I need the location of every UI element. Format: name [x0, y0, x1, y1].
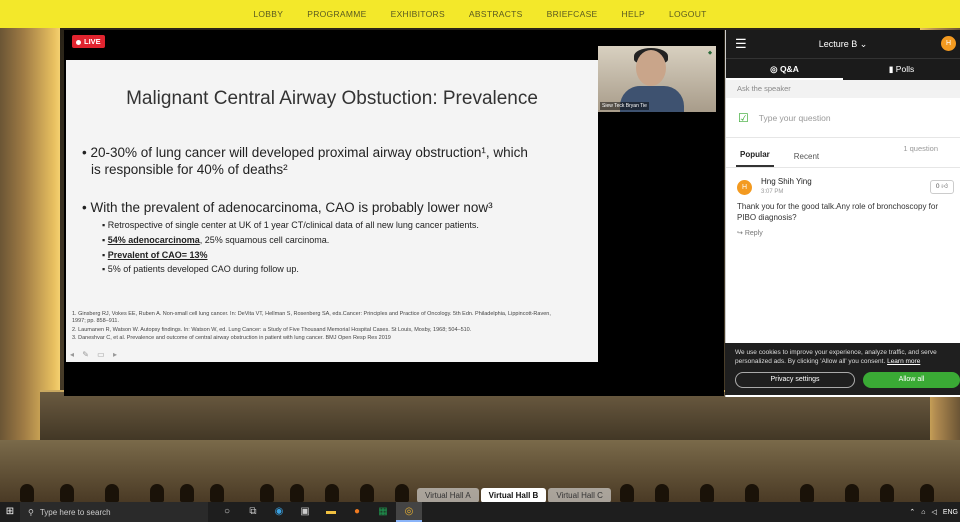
nav-briefcase[interactable]: BRIEFCASE: [535, 0, 610, 28]
cookie-banner: We use cookies to improve your experienc…: [725, 343, 960, 395]
taskbar-apps: ○ ⧉ ◉ ▣ ▬ ● ▦ ◎: [214, 502, 422, 522]
slide-sub-4: ▪ 5% of patients developed CAO during fo…: [102, 264, 299, 274]
polls-icon: ▮: [888, 64, 896, 74]
speaker-name: Siew Teck Bryan Tie: [600, 102, 649, 110]
slide-bullet-1b: is responsible for 40% of deaths²: [91, 162, 288, 177]
nav-help[interactable]: HELP: [610, 0, 657, 28]
like-button[interactable]: 0 👍︎: [930, 180, 954, 194]
question-text: Thank you for the good talk.Any role of …: [737, 202, 939, 222]
speaker-head: [636, 50, 666, 86]
privacy-settings-button[interactable]: Privacy settings: [735, 372, 855, 388]
top-nav: LOBBY PROGRAMME EXHIBITORS ABSTRACTS BRI…: [0, 0, 960, 28]
tab-polls-label: Polls: [895, 64, 915, 74]
filter-recent[interactable]: Recent: [790, 152, 823, 167]
left-wall: [0, 28, 60, 448]
windows-start-icon[interactable]: ⊞: [0, 502, 20, 522]
ask-speaker-label: Ask the speaker: [726, 80, 960, 98]
chrome-icon[interactable]: ◎: [396, 502, 422, 522]
slide-controls[interactable]: ◂ ✎ ▭ ▸: [70, 350, 120, 359]
network-icon[interactable]: ⌂: [921, 509, 925, 516]
panel-header: ☰ Lecture B ⌄ H: [726, 30, 960, 58]
hall-a-button[interactable]: Virtual Hall A: [417, 488, 479, 503]
system-tray: ⌃ ⌂ ◁ ENG: [903, 502, 960, 522]
excel-icon[interactable]: ▦: [370, 502, 396, 522]
hall-b-button[interactable]: Virtual Hall B: [480, 488, 547, 503]
task-view-icon[interactable]: ⧉: [240, 502, 266, 522]
event-logo: ◆: [708, 50, 712, 56]
hall-switcher: Virtual Hall A Virtual Hall B Virtual Ha…: [417, 488, 613, 503]
lecture-selector[interactable]: Lecture B ⌄: [819, 39, 868, 50]
qa-panel: ☰ Lecture B ⌄ H ◎ Q&A ▮ Polls Ask the sp…: [725, 30, 960, 397]
speaker-camera: ◆ Siew Teck Bryan Tie: [598, 46, 716, 112]
panel-tabs: ◎ Q&A ▮ Polls: [726, 58, 960, 80]
user-avatar[interactable]: H: [941, 36, 956, 51]
slide-ref-1b: 1997; pp. 858–911.: [72, 318, 119, 324]
slide-sub-1-text: Retrospective of single center at UK of …: [107, 220, 479, 230]
reply-label: Reply: [744, 230, 763, 237]
hall-c-button[interactable]: Virtual Hall C: [548, 488, 611, 503]
slide-sub-2-bold: 54% adenocarcinoma: [107, 235, 200, 245]
slide-sub-2-rest: , 25% squamous cell carcinoma.: [199, 235, 330, 245]
asker-name: Hng Shih Ying: [761, 177, 812, 186]
reply-button[interactable]: ↪ Reply: [737, 229, 763, 237]
like-count: 0: [935, 183, 940, 190]
slide-sub-3: ▪ Prevalent of CAO= 13%: [102, 250, 208, 260]
allow-all-button[interactable]: Allow all: [863, 372, 960, 388]
presentation-slide: Malignant Central Airway Obstuction: Pre…: [66, 60, 598, 362]
nav-exhibitors[interactable]: EXHIBITORS: [379, 0, 457, 28]
nav-lobby[interactable]: LOBBY: [241, 0, 295, 28]
tab-polls[interactable]: ▮ Polls: [843, 59, 960, 80]
slide-bullet-1a: • 20-30% of lung cancer will developed p…: [82, 145, 528, 160]
taskbar-search[interactable]: ⚲ Type here to search: [20, 502, 208, 522]
file-explorer-icon[interactable]: ▬: [318, 502, 344, 522]
question-time: 3:07 PM: [761, 189, 784, 195]
hamburger-menu-icon[interactable]: ☰: [735, 37, 747, 50]
cookie-text: We use cookies to improve your experienc…: [735, 348, 950, 366]
language-indicator[interactable]: ENG: [943, 509, 958, 516]
cortana-icon[interactable]: ○: [214, 502, 240, 522]
learn-more-link[interactable]: Learn more: [887, 358, 920, 365]
asker-avatar: H: [737, 180, 752, 195]
slide-sub-4-text: 5% of patients developed CAO during foll…: [107, 264, 299, 274]
nav-abstracts[interactable]: ABSTRACTS: [457, 0, 535, 28]
question-filter-tabs: Popular Recent 1 question: [726, 138, 960, 168]
tray-chevron-icon[interactable]: ⌃: [909, 508, 915, 516]
nav-logout[interactable]: LOGOUT: [657, 0, 719, 28]
question-placeholder: Type your question: [758, 112, 831, 123]
compose-icon: ☑: [738, 110, 749, 125]
reply-icon: ↪: [737, 230, 745, 237]
search-placeholder: Type here to search: [39, 507, 111, 517]
search-icon: ⚲: [28, 507, 34, 517]
windows-taskbar: ⊞ ⚲ Type here to search ○ ⧉ ◉ ▣ ▬ ● ▦ ◎ …: [0, 502, 960, 522]
volume-icon[interactable]: ◁: [931, 508, 936, 516]
tab-qa[interactable]: ◎ Q&A: [726, 59, 843, 80]
slide-ref-2: 2. Laumanen R, Watson W. Autopsy finding…: [72, 327, 472, 333]
live-badge: LIVE: [72, 35, 105, 48]
slide-sub-3-text: Prevalent of CAO= 13%: [107, 250, 208, 260]
thumbs-up-icon: 👍︎: [941, 183, 949, 190]
question-input[interactable]: ☑ Type your question: [726, 98, 960, 138]
slide-ref-3: 3. Daneshvar C, et al. Prevalence and ou…: [72, 335, 391, 341]
slide-sub-2: ▪ 54% adenocarcinoma, 25% squamous cell …: [102, 235, 330, 245]
store-icon[interactable]: ▣: [292, 502, 318, 522]
nav-programme[interactable]: PROGRAMME: [295, 0, 378, 28]
question-count: 1 question: [903, 144, 938, 153]
filter-popular[interactable]: Popular: [736, 150, 774, 167]
edge-icon[interactable]: ◉: [266, 502, 292, 522]
firefox-icon[interactable]: ●: [344, 502, 370, 522]
slide-title: Malignant Central Airway Obstuction: Pre…: [126, 88, 538, 109]
qa-icon: ◎: [770, 64, 780, 74]
slide-ref-1: 1. Ginsberg RJ, Vokes EE, Ruben A. Non-s…: [72, 311, 551, 317]
question-item: H Hng Shih Ying 3:07 PM 0 👍︎ Thank you f…: [726, 168, 960, 246]
slide-sub-1: ▪ Retrospective of single center at UK o…: [102, 220, 479, 230]
tab-qa-label: Q&A: [779, 64, 799, 74]
slide-bullet-2: • With the prevalent of adenocarcinoma, …: [82, 200, 493, 215]
